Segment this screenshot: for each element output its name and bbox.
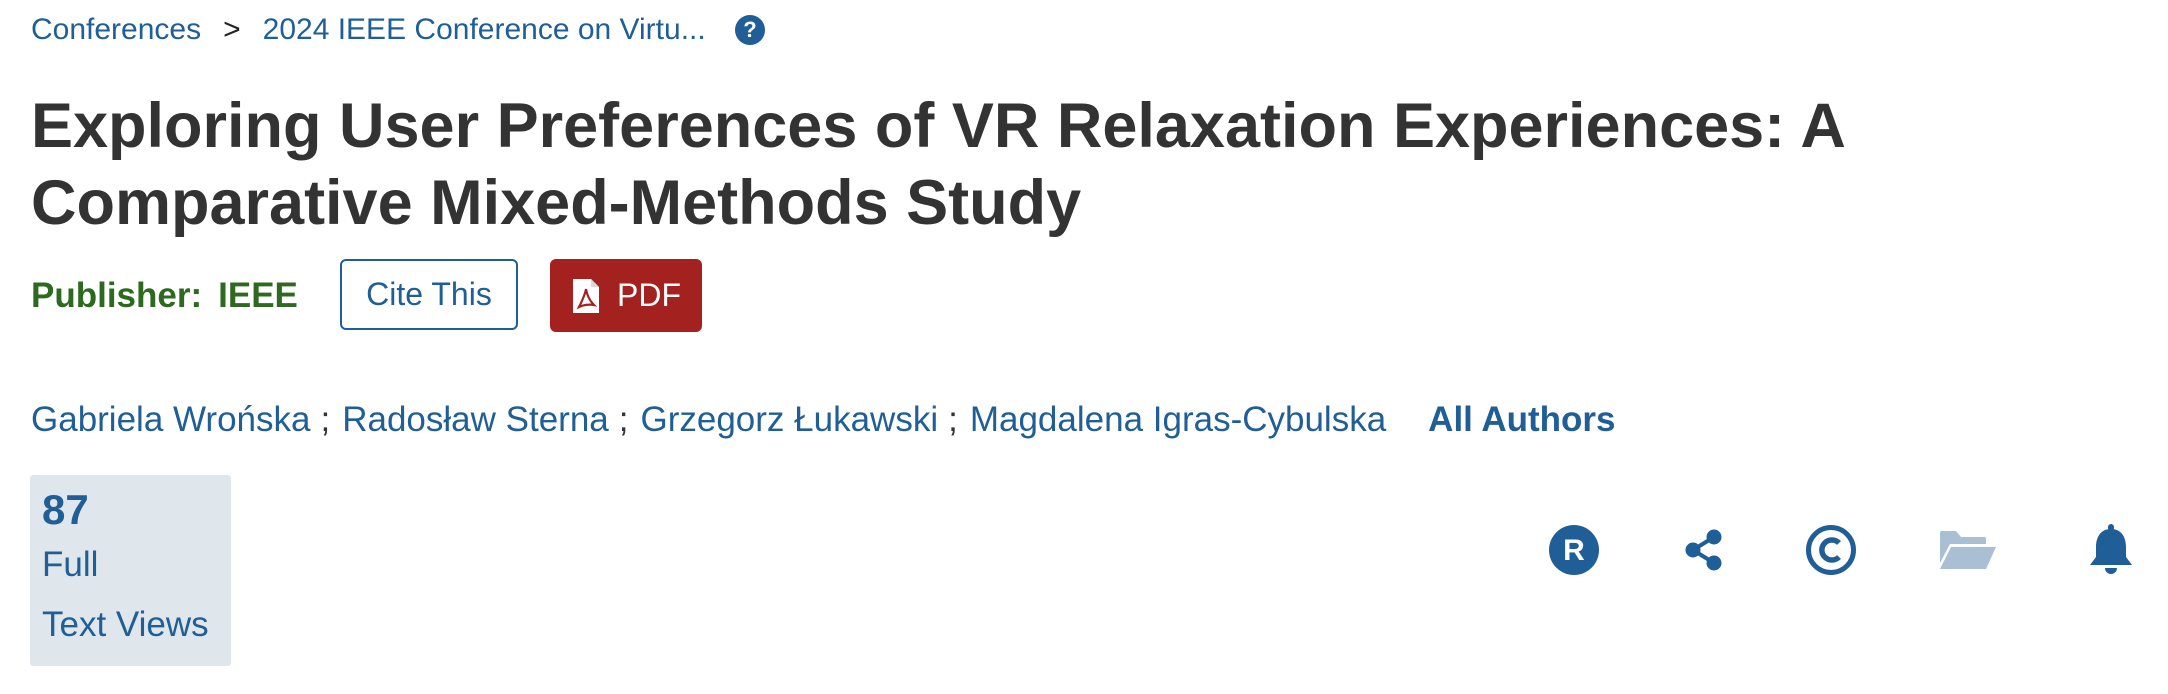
metric-label-line1: Full — [42, 545, 99, 584]
pdf-button-label: PDF — [617, 277, 681, 313]
copyright-icon[interactable] — [1804, 522, 1858, 578]
full-text-views-metric[interactable]: 87 Full Text Views — [30, 475, 231, 666]
share-icon[interactable] — [1680, 522, 1728, 578]
author-separator: ; — [320, 400, 331, 439]
breadcrumb-conferences[interactable]: Conferences — [31, 13, 201, 47]
question-circle-icon[interactable]: ? — [734, 14, 766, 46]
breadcrumb-separator: > — [223, 13, 241, 46]
all-authors-button[interactable]: All Authors — [1428, 400, 1615, 440]
publisher-name: IEEE — [218, 276, 298, 315]
svg-text:R: R — [1563, 534, 1585, 567]
author-separator: ; — [948, 400, 958, 439]
metric-count: 87 — [42, 486, 89, 533]
author-link[interactable]: Grzegorz Łukawski — [641, 400, 939, 440]
publisher-label: Publisher: — [31, 276, 203, 315]
author-link[interactable]: Radosław Sterna — [342, 400, 609, 440]
breadcrumb-conference-name[interactable]: 2024 IEEE Conference on Virtu... — [263, 13, 706, 47]
svg-text:?: ? — [743, 17, 756, 42]
breadcrumb: Conferences > 2024 IEEE Conference on Vi… — [31, 10, 766, 50]
author-list: Gabriela Wrońska ; Radosław Sterna ; Grz… — [31, 400, 1615, 440]
author-separator: ; — [618, 400, 629, 439]
author-link[interactable]: Gabriela Wrońska — [31, 400, 310, 440]
folder-open-icon[interactable] — [1938, 522, 1998, 578]
page-title: Exploring User Preferences of VR Relaxat… — [31, 91, 1844, 238]
metric-label-line2: Text Views — [42, 605, 209, 644]
publisher: Publisher: IEEE — [31, 276, 298, 316]
pdf-button[interactable]: PDF — [550, 259, 702, 332]
cite-this-button[interactable]: Cite This — [340, 259, 518, 330]
bell-icon[interactable] — [2086, 522, 2136, 578]
pdf-file-icon — [571, 277, 601, 315]
author-link[interactable]: Magdalena Igras-Cybulska — [970, 400, 1386, 440]
rights-r-icon[interactable]: R — [1546, 522, 1602, 578]
